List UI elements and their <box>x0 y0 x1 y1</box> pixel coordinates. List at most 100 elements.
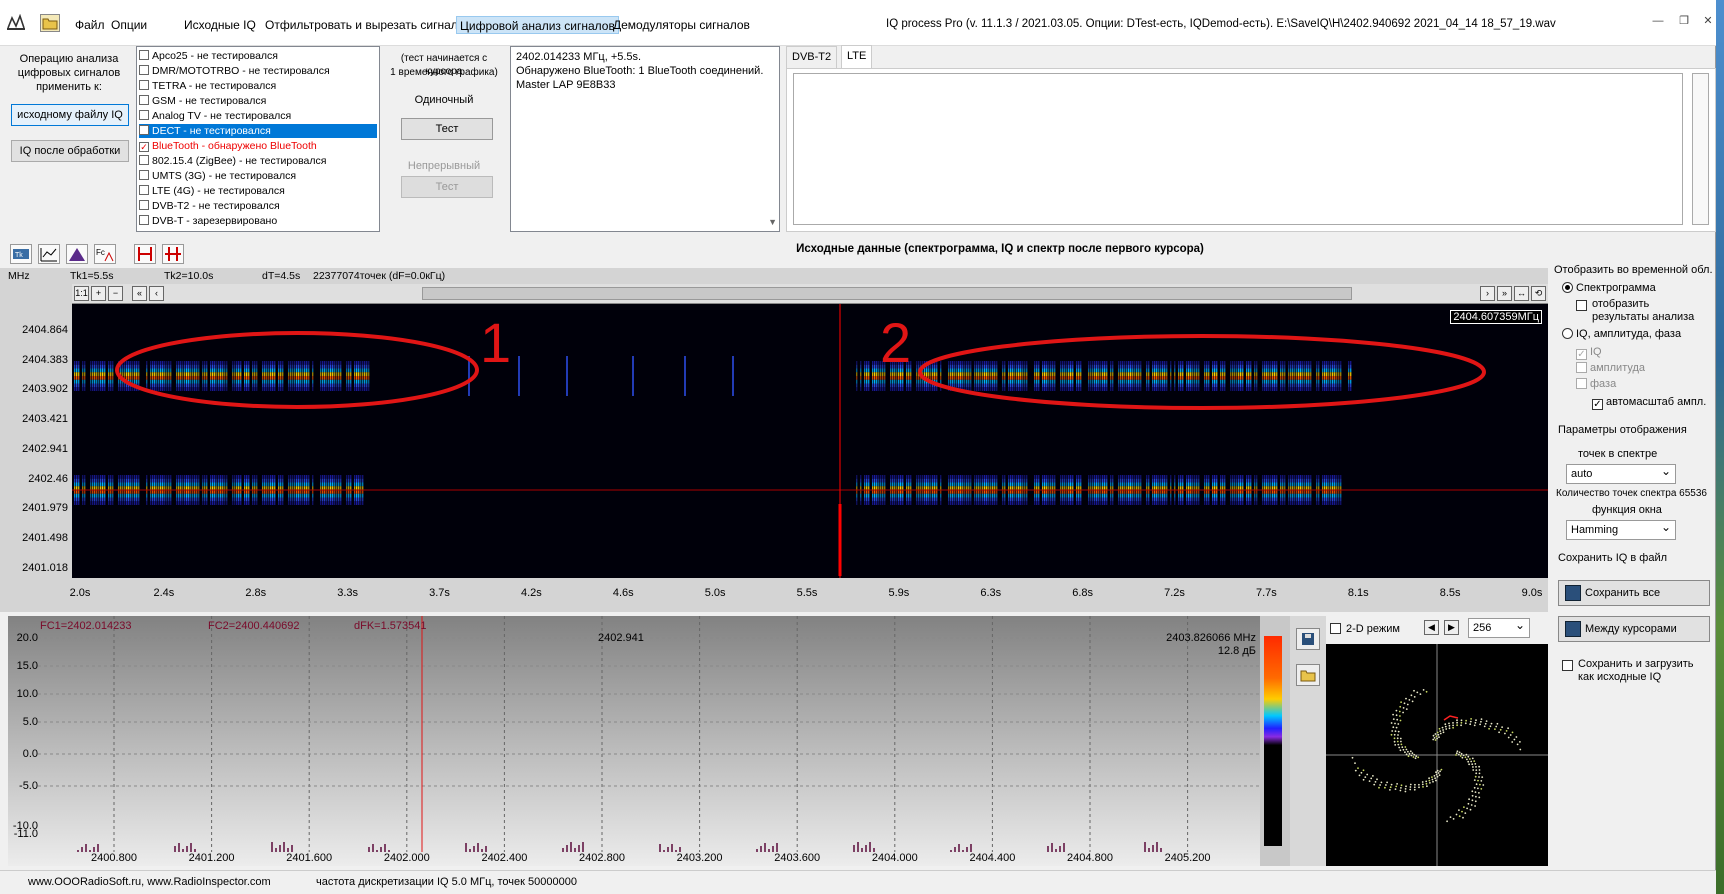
signal-label: UMTS (3G) - не тестировался <box>152 170 297 182</box>
check-amplitude[interactable]: амплитуда <box>1576 362 1645 374</box>
signal-checkbox[interactable] <box>139 65 149 75</box>
fc-mode-icon[interactable]: Fc <box>94 244 116 264</box>
close-button[interactable]: ✕ <box>1700 14 1716 28</box>
signal-item[interactable]: 802.15.4 (ZigBee) - не тестировался <box>139 154 377 168</box>
menu-file[interactable]: Файл <box>72 16 108 34</box>
minimize-button[interactable]: — <box>1650 14 1666 28</box>
radio-dot[interactable] <box>1562 328 1573 339</box>
graph-mode-icon[interactable] <box>38 244 60 264</box>
window-function-select[interactable]: Hamming <box>1566 518 1676 540</box>
signal-checkbox[interactable] <box>139 80 149 90</box>
menu-filter-cut[interactable]: Отфильтровать и вырезать сигнал <box>262 16 461 34</box>
points-select[interactable]: auto <box>1566 462 1676 484</box>
scroll-down-icon[interactable]: ▼ <box>768 215 777 229</box>
signal-checkbox[interactable] <box>139 110 149 120</box>
signal-item[interactable]: DMR/MOTOTRBO - не тестировался <box>139 64 377 78</box>
spectrum-plot[interactable]: FC1=2402.014233 FC2=2400.440692 dFK=1.57… <box>38 616 1260 852</box>
check-phase[interactable]: фаза <box>1576 378 1616 390</box>
spectrogram-canvas[interactable]: 1 2 <box>72 304 1548 578</box>
result-text-box[interactable]: 2402.014233 МГц, +5.5s. Обнаружено BlueT… <box>510 46 780 232</box>
marker-right-icon[interactable] <box>162 244 184 264</box>
color-gradient[interactable] <box>1264 636 1282 846</box>
signal-item[interactable]: GSM - не тестировался <box>139 94 377 108</box>
signal-checkbox[interactable] <box>139 215 149 225</box>
signal-item[interactable]: DVB-T - зарезервировано <box>139 214 377 228</box>
check-iq[interactable]: ✓ IQ <box>1576 346 1602 360</box>
scroll-first-icon[interactable]: « <box>132 286 147 301</box>
zoom-in-icon[interactable]: + <box>91 286 106 301</box>
signal-item[interactable]: DECT - не тестировался <box>139 124 377 138</box>
checkbox[interactable]: ✓ <box>1576 349 1587 360</box>
scroll-fit-icon[interactable]: ↔ <box>1514 286 1529 301</box>
signal-item[interactable]: Analog TV - не тестировался <box>139 109 377 123</box>
tab-scrollbar[interactable] <box>1692 73 1709 225</box>
checkbox[interactable] <box>1576 300 1587 311</box>
check-autoscale[interactable]: ✓ автомасштаб ампл. <box>1592 396 1706 410</box>
tab-dvb-t2[interactable]: DVB-T2 <box>786 46 838 68</box>
prev-arrow-icon[interactable]: ◀ <box>1424 620 1439 635</box>
checkbox[interactable] <box>1576 378 1587 389</box>
save-all-button[interactable]: Сохранить все <box>1558 580 1710 606</box>
signal-checkbox[interactable] <box>139 200 149 210</box>
color-scale-bar[interactable] <box>1260 616 1290 866</box>
menu-demodulators[interactable]: Демодуляторы сигналов <box>610 16 753 34</box>
signal-item[interactable]: UMTS (3G) - не тестировался <box>139 169 377 183</box>
signal-item[interactable]: ✓ BlueTooth - обнаружено BlueTooth <box>139 139 377 153</box>
menu-digital-analysis[interactable]: Цифровой анализ сигналов <box>456 16 619 34</box>
spectrum-canvas[interactable] <box>38 616 1260 852</box>
x-tick-label: 2.4s <box>153 587 175 599</box>
constellation-size-select[interactable]: 256 <box>1468 616 1530 638</box>
signal-checkbox[interactable] <box>139 170 149 180</box>
check-save-load[interactable]: Сохранить и загрузить как исходные IQ <box>1562 658 1712 684</box>
apply-source-iq-button[interactable]: исходному файлу IQ <box>11 104 129 126</box>
radio-spectrogram[interactable]: Спектрограмма <box>1562 282 1656 294</box>
signal-item[interactable]: TETRA - не тестировался <box>139 79 377 93</box>
app-icon[interactable] <box>6 13 26 32</box>
zoom-1to1-icon[interactable]: 1:1 <box>74 286 89 301</box>
2d-mode-checkbox[interactable] <box>1330 623 1341 634</box>
single-test-button[interactable]: Тест <box>401 118 493 140</box>
maximize-button[interactable]: ❐ <box>1676 14 1692 28</box>
checkbox[interactable] <box>1576 362 1587 373</box>
scroll-prev-icon[interactable]: ‹ <box>149 286 164 301</box>
save-spectrum-icon[interactable] <box>1296 628 1320 650</box>
next-arrow-icon[interactable]: ▶ <box>1444 620 1459 635</box>
x-tick-label: 9.0s <box>1521 587 1543 599</box>
scroll-thumb[interactable] <box>422 287 1352 300</box>
checkbox[interactable] <box>1562 660 1573 671</box>
y-tick-label: 2402.46 <box>28 472 68 485</box>
radio-iq[interactable]: IQ, амплитуда, фаза <box>1562 328 1681 340</box>
radio-dot[interactable] <box>1562 282 1573 293</box>
signal-item[interactable]: Apco25 - не тестировался <box>139 49 377 63</box>
zoom-out-icon[interactable]: − <box>108 286 123 301</box>
apply-processed-iq-button[interactable]: IQ после обработки <box>11 140 129 162</box>
save-between-cursors-button[interactable]: Между курсорами <box>1558 616 1710 642</box>
spectrum-mode-icon[interactable] <box>66 244 88 264</box>
signal-item[interactable]: DVB-T2 - не тестировался <box>139 199 377 213</box>
tab-lte[interactable]: LTE <box>841 45 873 68</box>
signal-checkbox[interactable] <box>139 95 149 105</box>
signal-checkbox[interactable] <box>139 185 149 195</box>
menu-options[interactable]: Опции <box>108 16 150 34</box>
tab-text-area[interactable] <box>793 73 1683 225</box>
marker-left-icon[interactable] <box>134 244 156 264</box>
open-folder-icon[interactable] <box>1296 664 1320 686</box>
signal-checkbox[interactable] <box>139 50 149 60</box>
menu-source-iq[interactable]: Исходные IQ <box>181 16 259 34</box>
time-scrollbar[interactable]: 1:1 + − « ‹ › » ↔ ⟲ <box>72 284 1548 304</box>
check-show-results[interactable]: отобразить результаты анализа <box>1576 298 1702 324</box>
scroll-reset-icon[interactable]: ⟲ <box>1531 286 1546 301</box>
time-mode-icon[interactable]: Tk <box>10 244 32 264</box>
open-folder-icon[interactable] <box>40 14 60 32</box>
main-window: Файл Опции Исходные IQ Отфильтровать и в… <box>0 0 1716 894</box>
continuous-test-button[interactable]: Тест <box>401 176 493 198</box>
signal-item[interactable]: LTE (4G) - не тестировался <box>139 184 377 198</box>
scroll-last-icon[interactable]: » <box>1497 286 1512 301</box>
checkbox[interactable]: ✓ <box>1592 399 1603 410</box>
spectrogram-plot[interactable]: 1:1 + − « ‹ › » ↔ ⟲ 1 2 2404.607359МГц 2… <box>70 284 1548 612</box>
signal-checkbox[interactable] <box>139 125 149 135</box>
constellation-plot[interactable] <box>1326 644 1548 866</box>
signal-checkbox[interactable] <box>139 155 149 165</box>
scroll-next-icon[interactable]: › <box>1480 286 1495 301</box>
signal-checkbox[interactable]: ✓ <box>139 142 149 152</box>
